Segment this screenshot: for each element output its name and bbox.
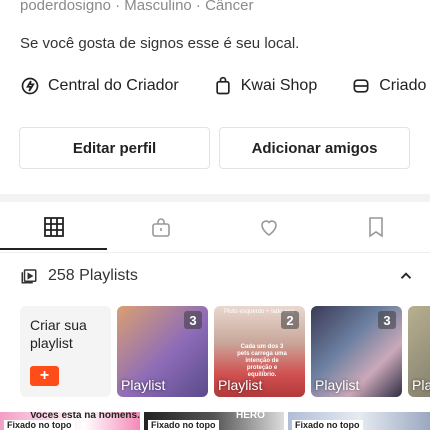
creator-center-label: Central do Criador (48, 77, 179, 94)
lightning-circle-icon (21, 77, 39, 95)
lock-icon (152, 218, 171, 237)
playlist-card[interactable]: 3 Playlist (117, 306, 208, 397)
kwai-shop-link[interactable]: Kwai Shop (213, 76, 318, 96)
section-divider (0, 194, 430, 202)
grid-icon (43, 217, 64, 237)
heart-icon (260, 220, 277, 236)
create-playlist-card[interactable]: Criar sua playlist + (20, 306, 111, 397)
video-thumb-text: HERO (236, 412, 265, 421)
pinned-badge: Fixado no topo (292, 420, 363, 430)
edit-profile-button[interactable]: Editar perfil (19, 127, 210, 169)
bookmark-icon (369, 217, 384, 238)
playlist-icon (21, 269, 37, 284)
creator-icon (353, 79, 369, 93)
chevron-up-icon[interactable] (397, 267, 415, 285)
tab-private[interactable] (108, 202, 216, 252)
playlist-label: Pla (412, 377, 430, 393)
create-playlist-plus-button[interactable]: + (30, 366, 59, 386)
creator-links: Central do Criador Kwai Shop Criado (20, 76, 426, 96)
playlist-card[interactable]: Pla (408, 306, 430, 397)
tabs-divider (0, 252, 430, 253)
creator-label: Criado (379, 77, 427, 94)
playlist-header[interactable]: 258 Playlists (20, 267, 415, 285)
playlist-video-count: 2 (281, 311, 299, 329)
playlist-label: Playlist (121, 377, 166, 393)
tab-saved[interactable] (323, 202, 430, 252)
playlist-video-count: 3 (378, 311, 396, 329)
playlist-label: Playlist (218, 377, 263, 393)
playlist-card[interactable]: 3 Playlist (311, 306, 402, 397)
create-playlist-label: Criar sua playlist (30, 317, 87, 351)
video-thumbnail[interactable]: Fixado no topo (288, 412, 430, 430)
shopping-bag-icon (216, 76, 230, 95)
creator-center-link[interactable]: Central do Criador (20, 76, 179, 96)
playlist-video-count: 3 (184, 311, 202, 329)
playlist-thumb-text: Cada um dos 3 pets carrega uma intenção … (237, 344, 287, 378)
add-friends-button[interactable]: Adicionar amigos (219, 127, 410, 169)
kwai-shop-label: Kwai Shop (240, 77, 318, 94)
video-thumbnail[interactable]: Vocês está na homens. Fixado no topo (0, 412, 140, 430)
profile-tabs (0, 202, 430, 252)
tab-liked[interactable] (215, 202, 323, 252)
playlist-card[interactable]: Pluto esquerdo + lado esq Cada um dos 3 … (214, 306, 305, 397)
pinned-badge: Fixado no topo (4, 420, 75, 430)
playlist-label: Playlist (315, 377, 360, 393)
pinned-badge: Fixado no topo (148, 420, 219, 430)
pinned-videos-row: Vocês está na homens. Fixado no topo Fix… (0, 412, 430, 430)
profile-meta: poderdosigno · Masculino · Câncer (20, 0, 254, 14)
playlist-count: 258 Playlists (48, 267, 138, 284)
tab-posts[interactable] (0, 202, 108, 252)
creator-link[interactable]: Criado (351, 76, 426, 96)
video-thumbnail[interactable]: Fixado no topo HERO (144, 412, 284, 430)
profile-bio: Se você gosta de signos esse é seu local… (20, 35, 300, 52)
